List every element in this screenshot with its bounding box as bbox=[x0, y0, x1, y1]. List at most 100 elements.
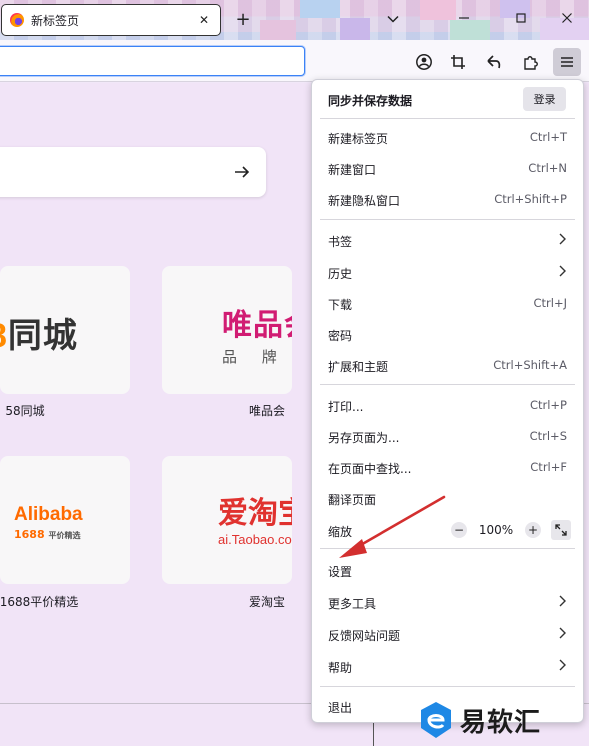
menu-item-help[interactable]: 帮助 bbox=[316, 651, 579, 681]
menu-item-zoom: 缩放 − 100% + bbox=[316, 515, 579, 545]
menu-item-passwords[interactable]: 密码 bbox=[316, 319, 579, 349]
logo-58: 8同城 bbox=[0, 317, 78, 355]
menu-item-addons-themes[interactable]: 扩展和主题 Ctrl+Shift+A bbox=[316, 350, 579, 380]
app-menu-panel: 同步并保存数据 登录 新建标签页 Ctrl+T 新建窗口 Ctrl+N 新建隐私… bbox=[311, 79, 584, 723]
chevron-right-icon bbox=[559, 627, 566, 639]
menu-item-shortcut: Ctrl+P bbox=[529, 398, 567, 412]
menu-separator bbox=[320, 384, 575, 385]
sign-in-button[interactable]: 登录 bbox=[523, 87, 566, 111]
puzzle-icon bbox=[524, 56, 538, 70]
menu-item-new-window[interactable]: 新建窗口 Ctrl+N bbox=[316, 153, 579, 183]
menu-item-shortcut: Ctrl+Shift+P bbox=[494, 192, 567, 206]
chevron-right-icon bbox=[559, 595, 566, 607]
menu-separator bbox=[320, 686, 575, 687]
menu-item-save-page[interactable]: 另存页面为... Ctrl+S bbox=[316, 421, 579, 451]
menu-item-label: 退出 bbox=[328, 701, 353, 715]
shortcut-tile-taobao[interactable]: 爱淘宝 ai.Taobao.com bbox=[162, 456, 292, 584]
menu-separator bbox=[320, 548, 575, 549]
menu-item-label: 另存页面为... bbox=[328, 431, 400, 445]
arrow-right-icon[interactable] bbox=[232, 162, 252, 182]
menu-item-downloads[interactable]: 下载 Ctrl+J bbox=[316, 288, 579, 318]
menu-item-label: 设置 bbox=[328, 565, 353, 579]
background-pattern bbox=[340, 18, 370, 40]
maximize-icon bbox=[516, 13, 526, 23]
hamburger-menu-icon bbox=[561, 57, 573, 67]
menu-item-label: 下载 bbox=[328, 298, 353, 312]
menu-item-print[interactable]: 打印... Ctrl+P bbox=[316, 390, 579, 420]
shortcut-tile-vip[interactable]: 唯品会 品 牌 特 卖 bbox=[162, 266, 292, 394]
menu-item-label: 历史 bbox=[328, 267, 353, 281]
url-bar[interactable] bbox=[0, 46, 305, 76]
menu-item-settings[interactable]: 设置 bbox=[316, 555, 579, 585]
chevron-right-icon bbox=[559, 265, 566, 277]
menu-item-label: 新建标签页 bbox=[328, 132, 389, 146]
zoom-in-button[interactable]: + bbox=[525, 522, 541, 538]
search-box[interactable] bbox=[0, 147, 266, 197]
menu-item-label: 密码 bbox=[328, 329, 353, 343]
shortcut-label: 58同城 bbox=[5, 404, 45, 418]
menu-item-shortcut: Ctrl+T bbox=[529, 130, 567, 144]
minimize-button[interactable] bbox=[450, 6, 478, 30]
menu-item-label: 书签 bbox=[328, 235, 353, 249]
zoom-controls: − 100% + bbox=[451, 520, 571, 540]
close-icon bbox=[562, 13, 572, 23]
background-pattern bbox=[260, 20, 296, 40]
menu-item-find-in-page[interactable]: 在页面中查找... Ctrl+F bbox=[316, 452, 579, 482]
fullscreen-icon bbox=[555, 524, 567, 536]
menu-item-report-site-issue[interactable]: 反馈网站问题 bbox=[316, 619, 579, 649]
menu-separator bbox=[320, 118, 575, 119]
close-icon[interactable]: ✕ bbox=[196, 12, 212, 28]
menu-item-new-private-window[interactable]: 新建隐私窗口 Ctrl+Shift+P bbox=[316, 184, 579, 214]
list-all-tabs-button[interactable] bbox=[382, 8, 404, 30]
menu-item-label: 翻译页面 bbox=[328, 493, 377, 507]
close-window-button[interactable] bbox=[553, 6, 581, 30]
menu-item-shortcut: Ctrl+N bbox=[528, 161, 567, 175]
new-tab-button[interactable]: + bbox=[232, 8, 254, 30]
app-menu-button[interactable] bbox=[553, 48, 581, 76]
menu-item-shortcut: Ctrl+J bbox=[533, 296, 568, 310]
sync-header: 同步并保存数据 登录 bbox=[312, 80, 583, 118]
menu-item-bookmarks[interactable]: 书签 bbox=[316, 225, 579, 255]
chevron-down-icon bbox=[387, 15, 399, 23]
menu-item-new-tab[interactable]: 新建标签页 Ctrl+T bbox=[316, 122, 579, 152]
background-pattern bbox=[300, 0, 340, 18]
menu-item-history[interactable]: 历史 bbox=[316, 257, 579, 287]
menu-item-label: 扩展和主题 bbox=[328, 360, 389, 374]
menu-item-translate-page[interactable]: 翻译页面 bbox=[316, 483, 579, 513]
account-icon bbox=[416, 54, 432, 70]
url-input[interactable] bbox=[0, 47, 304, 75]
nav-bar bbox=[0, 40, 589, 82]
fullscreen-button[interactable] bbox=[551, 520, 571, 540]
shortcut-label: 1688平价精选 bbox=[0, 595, 79, 609]
undo-arrow-icon bbox=[487, 55, 501, 69]
tab-new-tab[interactable]: 新标签页 ✕ bbox=[1, 4, 221, 36]
menu-item-more-tools[interactable]: 更多工具 bbox=[316, 587, 579, 617]
shortcut-tile-58[interactable]: 8同城 bbox=[0, 266, 130, 394]
menu-item-label: 打印... bbox=[328, 400, 364, 414]
minimize-icon bbox=[459, 17, 469, 19]
menu-item-label: 在页面中查找... bbox=[328, 462, 412, 476]
menu-item-label: 更多工具 bbox=[328, 597, 377, 611]
menu-item-label: 缩放 bbox=[328, 525, 353, 539]
extensions-button[interactable] bbox=[517, 48, 545, 76]
chevron-right-icon bbox=[559, 659, 566, 671]
logo-taobao: 爱淘宝 ai.Taobao.com bbox=[218, 496, 292, 547]
menu-item-label: 新建窗口 bbox=[328, 163, 377, 177]
undo-button[interactable] bbox=[480, 48, 508, 76]
zoom-level[interactable]: 100% bbox=[467, 523, 525, 537]
tab-strip: 新标签页 ✕ + bbox=[0, 0, 589, 40]
zoom-out-button[interactable]: − bbox=[451, 522, 467, 538]
shortcut-tile-1688[interactable]: Alibaba 1688 平价精选 bbox=[0, 456, 130, 584]
menu-item-label: 反馈网站问题 bbox=[328, 629, 401, 643]
firefox-icon bbox=[10, 13, 24, 27]
account-button[interactable] bbox=[410, 48, 438, 76]
tab-title: 新标签页 bbox=[31, 13, 80, 28]
chevron-right-icon bbox=[559, 233, 566, 245]
menu-separator bbox=[320, 219, 575, 220]
menu-item-shortcut: Ctrl+S bbox=[529, 429, 567, 443]
screenshot-button[interactable] bbox=[444, 48, 472, 76]
menu-item-label: 新建隐私窗口 bbox=[328, 194, 401, 208]
plus-icon: + bbox=[235, 8, 251, 30]
menu-item-shortcut: Ctrl+F bbox=[530, 460, 567, 474]
maximize-button[interactable] bbox=[507, 6, 535, 30]
